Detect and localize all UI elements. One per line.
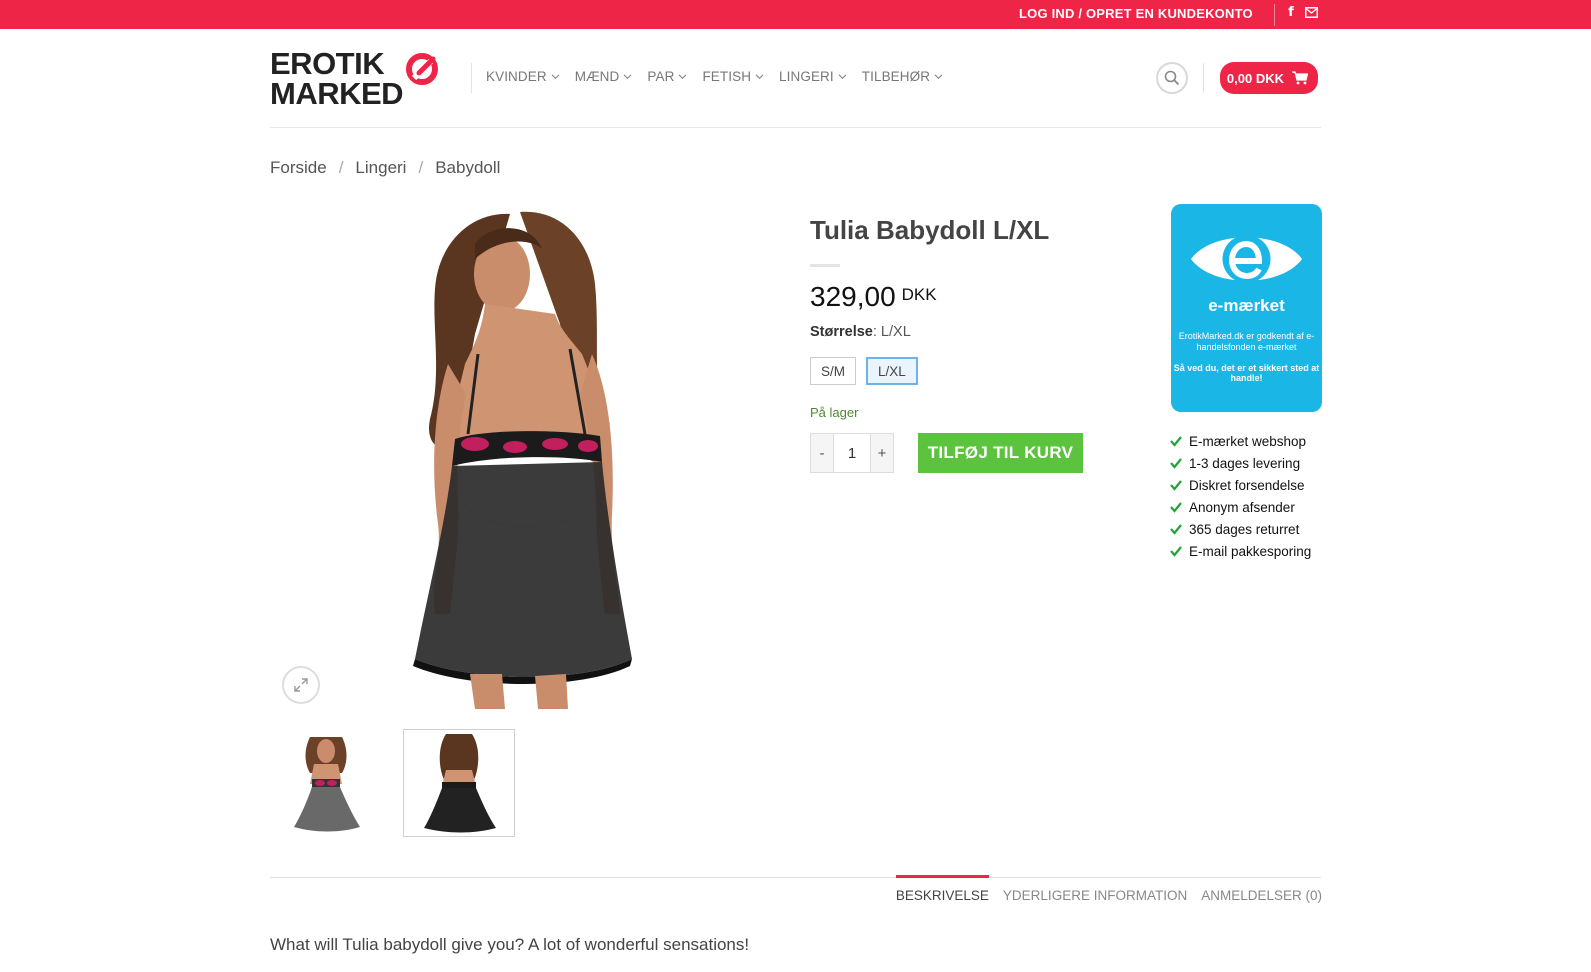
size-label-row: Størrelse: L/XL (810, 324, 911, 340)
nav-item-label: PAR (647, 69, 675, 84)
quantity-minus-button[interactable]: - (810, 433, 834, 473)
quantity-plus-button[interactable]: + (870, 433, 894, 473)
mail-icon[interactable] (1304, 5, 1318, 19)
product-description: What will Tulia babydoll give you? A lot… (270, 935, 750, 954)
product-title: Tulia Babydoll L/XL (810, 215, 1050, 245)
price-currency: DKK (901, 285, 937, 304)
checkmark-icon (1170, 546, 1182, 557)
breadcrumb-separator: / (338, 158, 344, 177)
emark-note: Så ved du, det er et sikkert sted at han… (1173, 363, 1320, 383)
breadcrumb-category[interactable]: Lingeri (355, 158, 406, 178)
product-tabs: BESKRIVELSE YDERLIGERE INFORMATION ANMEL… (882, 875, 1322, 913)
search-button[interactable] (1156, 62, 1188, 94)
emark-description: ErotikMarked.dk er godkendt af e-handels… (1178, 331, 1315, 352)
usp-label: Anonym afsender (1189, 499, 1295, 515)
product-thumbnail[interactable] (403, 729, 515, 837)
usp-item: Diskret forsendelse (1170, 474, 1311, 496)
breadcrumb-current[interactable]: Babydoll (435, 158, 500, 178)
size-value: : L/XL (872, 324, 911, 340)
nav-item-tilbehor[interactable]: TILBEHØR (862, 69, 943, 84)
tab-description[interactable]: BESKRIVELSE (895, 875, 989, 913)
usp-list: E-mærket webshop 1-3 dages levering Disk… (1170, 430, 1311, 562)
expand-icon (294, 678, 308, 692)
cart-button[interactable]: 0,00 DKK (1220, 62, 1318, 94)
usp-label: Diskret forsendelse (1189, 477, 1305, 493)
price-amount: 329,00 (810, 281, 896, 312)
logo-line-1: EROTIK (270, 46, 385, 81)
facebook-icon[interactable]: f (1284, 5, 1298, 20)
usp-item: E-mail pakkesporing (1170, 540, 1311, 562)
quantity-stepper: - + (810, 433, 894, 473)
emark-eye-icon (1191, 235, 1302, 283)
usp-item: E-mærket webshop (1170, 430, 1311, 452)
checkmark-icon (1170, 458, 1182, 469)
tab-additional-info[interactable]: YDERLIGERE INFORMATION (1003, 878, 1187, 913)
search-icon (1164, 70, 1180, 86)
header-divider (471, 63, 472, 93)
size-swatches: S/M L/XL (810, 357, 918, 385)
chevron-down-icon (755, 74, 764, 80)
size-label: Størrelse (810, 324, 873, 340)
product-main-image[interactable] (270, 204, 780, 714)
add-to-cart-button[interactable]: TILFØJ TIL KURV (918, 433, 1083, 473)
nav-item-maend[interactable]: MÆND (575, 69, 633, 84)
product-price: 329,00 DKK (810, 281, 937, 313)
emark-badge[interactable]: e-mærket ErotikMarked.dk er godkendt af … (1171, 204, 1322, 412)
title-divider (810, 264, 840, 267)
nav-item-label: MÆND (574, 69, 620, 84)
logo-mark-icon (406, 53, 438, 85)
usp-label: E-mail pakkesporing (1189, 543, 1312, 559)
breadcrumb-home[interactable]: Forside (270, 158, 327, 178)
product-thumbnail[interactable] (270, 729, 382, 837)
nav-item-label: KVINDER (486, 69, 547, 84)
login-link[interactable]: LOG IND / OPRET EN KUNDEKONTO (1019, 6, 1253, 21)
quantity-input[interactable] (834, 433, 870, 473)
chevron-down-icon (934, 74, 943, 80)
zoom-button[interactable] (282, 666, 320, 704)
nav-item-label: LINGERI (779, 69, 834, 84)
header-divider (1203, 63, 1204, 93)
thumbnail-front-image (294, 737, 360, 832)
site-header: EROTIK MARKED KVINDER MÆND PAR FETISH LI… (270, 29, 1321, 128)
size-option-sm[interactable]: S/M (810, 357, 857, 385)
emark-brand: e-mærket (1208, 296, 1285, 315)
chevron-down-icon (623, 74, 632, 80)
usp-item: 365 dages returret (1170, 518, 1311, 540)
nav-item-label: FETISH (702, 69, 752, 84)
usp-item: 1-3 dages levering (1170, 452, 1311, 474)
usp-item: Anonym afsender (1170, 496, 1311, 518)
site-logo[interactable]: EROTIK MARKED (270, 46, 442, 111)
product-photo (413, 211, 632, 709)
chevron-down-icon (838, 74, 847, 80)
main-nav: KVINDER MÆND PAR FETISH LINGERI TILBEHØR (486, 69, 958, 84)
checkmark-icon (1170, 480, 1182, 491)
usp-label: E-mærket webshop (1189, 433, 1307, 449)
checkmark-icon (1170, 436, 1182, 447)
breadcrumb-separator: / (418, 158, 424, 177)
logo-line-2: MARKED (270, 76, 404, 111)
usp-label: 1-3 dages levering (1189, 455, 1301, 471)
stock-status: På lager (810, 405, 859, 420)
top-bar: LOG IND / OPRET EN KUNDEKONTO f (0, 0, 1591, 29)
nav-item-lingeri[interactable]: LINGERI (779, 69, 847, 84)
nav-item-label: TILBEHØR (861, 69, 931, 84)
chevron-down-icon (678, 74, 687, 80)
checkmark-icon (1170, 524, 1182, 535)
cart-amount: 0,00 DKK (1226, 70, 1284, 86)
topbar-divider (1274, 4, 1275, 26)
chevron-down-icon (551, 74, 560, 80)
cart-icon (1292, 71, 1308, 85)
usp-label: 365 dages returret (1189, 521, 1300, 537)
thumbnail-back-image (424, 734, 496, 833)
nav-item-fetish[interactable]: FETISH (702, 69, 764, 84)
nav-item-kvinder[interactable]: KVINDER (486, 69, 560, 84)
size-option-lxl[interactable]: L/XL (866, 357, 918, 385)
checkmark-icon (1170, 502, 1182, 513)
nav-item-par[interactable]: PAR (647, 69, 687, 84)
breadcrumb: Forside / Lingeri / Babydoll (270, 158, 500, 178)
tab-reviews[interactable]: ANMELDELSER (0) (1201, 878, 1322, 913)
